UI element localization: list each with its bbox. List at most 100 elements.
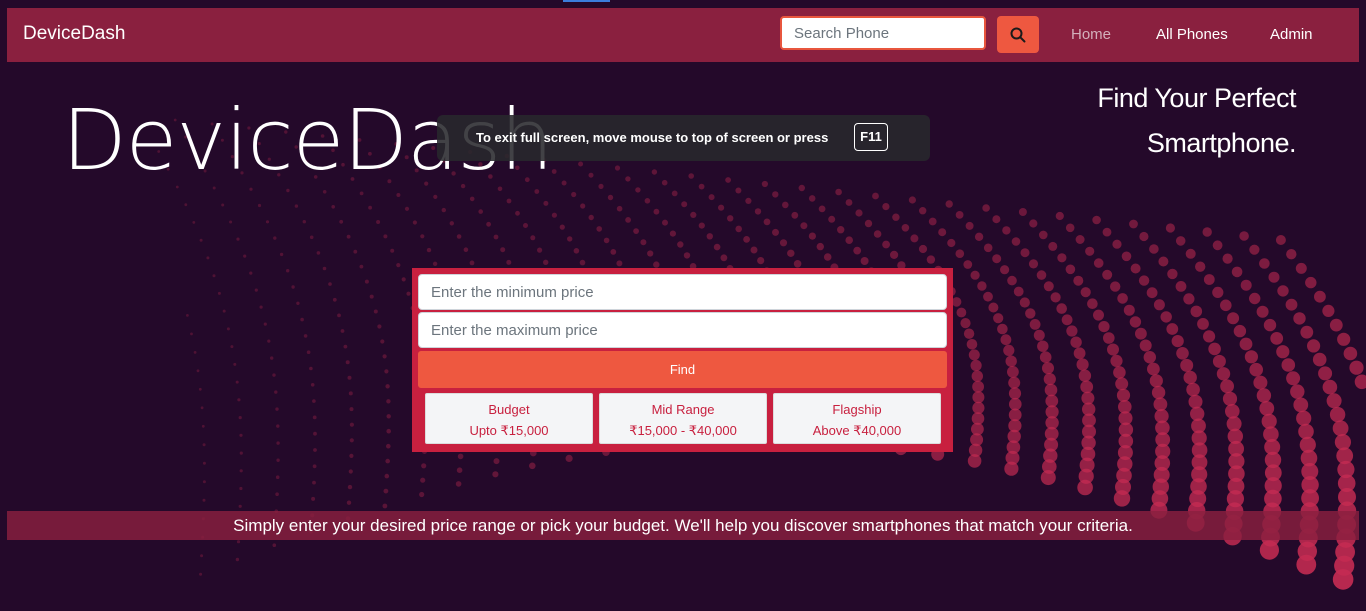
max-price-input[interactable] <box>418 312 947 348</box>
background-dot <box>1043 373 1056 386</box>
background-dot <box>1240 279 1252 291</box>
background-dot <box>303 334 308 338</box>
background-dot <box>1013 286 1024 297</box>
background-dot <box>1203 274 1215 285</box>
background-dot <box>662 219 668 226</box>
background-dot <box>276 458 280 462</box>
background-dot <box>1037 340 1049 352</box>
background-dot <box>750 246 758 254</box>
background-dot <box>1175 281 1187 292</box>
search-input[interactable] <box>780 16 986 50</box>
background-dot <box>1028 259 1039 269</box>
background-dot <box>196 369 200 373</box>
background-dot <box>239 486 243 491</box>
background-dot <box>349 438 354 443</box>
background-dot <box>221 203 225 207</box>
background-dot <box>386 399 391 404</box>
mid-range-button[interactable]: Mid Range ₹15,000 - ₹40,000 <box>599 393 767 444</box>
background-dot <box>1029 219 1038 228</box>
background-dot <box>1110 281 1121 292</box>
background-dot <box>1102 227 1112 237</box>
navbar-brand[interactable]: DeviceDash <box>23 23 125 45</box>
background-dot <box>238 416 242 420</box>
background-dot <box>1065 223 1075 233</box>
background-dot <box>1139 339 1152 352</box>
background-dot <box>725 177 731 183</box>
background-dot <box>1123 304 1135 316</box>
background-dot <box>890 250 899 259</box>
background-dot <box>853 246 862 255</box>
background-dot <box>348 469 353 474</box>
background-dot <box>757 257 765 265</box>
background-dot <box>345 360 350 365</box>
background-dot <box>598 183 604 189</box>
background-dot <box>263 322 267 326</box>
min-price-input[interactable] <box>418 274 947 310</box>
background-dot <box>530 235 536 241</box>
background-dot <box>1185 248 1196 259</box>
background-dot <box>787 249 795 257</box>
background-dot <box>332 297 337 302</box>
background-dot <box>1113 366 1126 379</box>
background-dot <box>349 407 354 412</box>
background-dot <box>588 214 594 221</box>
background-dot <box>377 324 382 329</box>
background-dot <box>1197 318 1209 330</box>
find-button[interactable]: Find <box>418 351 947 388</box>
background-dot <box>254 288 258 292</box>
background-dot <box>718 204 725 211</box>
background-dot <box>970 359 982 372</box>
background-dot <box>1044 383 1058 397</box>
background-dot <box>823 253 832 261</box>
background-dot <box>966 339 978 350</box>
background-dot <box>963 328 975 339</box>
background-dot <box>1171 335 1184 348</box>
background-dot <box>1296 410 1312 426</box>
nav-link-all-phones[interactable]: All Phones <box>1156 26 1228 43</box>
background-dot <box>386 443 391 449</box>
background-dot <box>1007 275 1017 286</box>
background-dot <box>970 270 980 280</box>
budget-range-button[interactable]: Budget Upto ₹15,000 <box>425 393 593 444</box>
background-dot <box>951 297 962 307</box>
background-dot <box>493 234 499 240</box>
search-button[interactable] <box>997 16 1039 53</box>
background-dot <box>383 234 388 239</box>
background-dot <box>1276 345 1290 359</box>
background-dot <box>406 291 411 296</box>
background-dot <box>855 209 863 217</box>
nav-link-home[interactable]: Home <box>1071 26 1111 43</box>
background-dot <box>603 237 610 244</box>
background-dot <box>192 221 196 224</box>
background-dot <box>1298 423 1314 440</box>
nav-link-admin[interactable]: Admin <box>1270 26 1313 43</box>
background-dot <box>688 173 694 179</box>
background-dot <box>1143 351 1157 364</box>
flagship-range-button[interactable]: Flagship Above ₹40,000 <box>773 393 941 444</box>
background-dot <box>1081 391 1095 405</box>
background-dot <box>396 193 401 197</box>
fullscreen-exit-toast: To exit full screen, move mouse to top o… <box>437 115 930 161</box>
background-dot <box>671 190 678 197</box>
background-dot <box>373 309 378 314</box>
background-dot <box>1318 366 1333 381</box>
background-dot <box>1295 262 1307 274</box>
background-dot <box>420 234 425 239</box>
background-dot <box>956 307 967 318</box>
background-dot <box>275 475 280 480</box>
background-dot <box>1087 298 1098 310</box>
background-dot <box>1093 309 1104 321</box>
background-dot <box>1226 416 1242 432</box>
background-dot <box>993 313 1004 324</box>
background-dot <box>1151 385 1166 400</box>
background-dot <box>1048 241 1058 251</box>
background-dot <box>1286 371 1301 386</box>
background-dot <box>845 199 853 206</box>
background-dot <box>239 433 243 437</box>
background-dot <box>1112 239 1122 249</box>
range-name: Budget <box>488 402 530 417</box>
background-dot <box>1183 370 1197 385</box>
background-dot <box>793 260 802 268</box>
background-dot <box>469 260 475 266</box>
background-dot <box>339 219 344 224</box>
